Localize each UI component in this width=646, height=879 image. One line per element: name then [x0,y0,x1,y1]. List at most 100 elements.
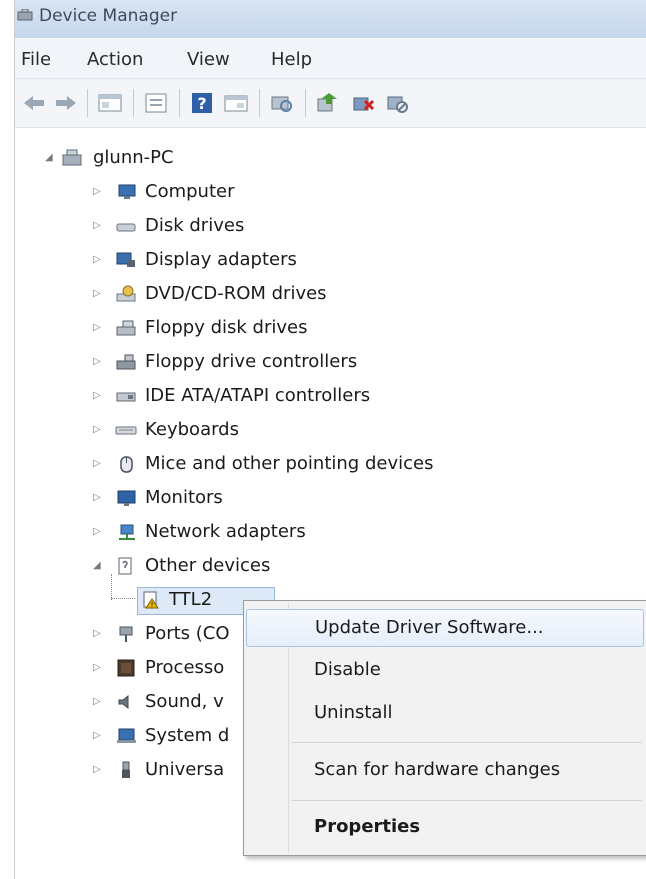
menu-item-label: Disable [314,659,381,680]
disable-icon[interactable] [385,91,411,115]
menu-action[interactable]: Action [87,49,143,70]
tree-item-label: Computer [145,181,235,202]
expand-arrow-icon[interactable]: ▷ [93,686,105,718]
menu-view[interactable]: View [187,49,230,70]
tree-item-label: Keyboards [145,419,239,440]
tree-item-network-adapters[interactable]: ▷ Network adapters [93,516,413,548]
computer-root-icon [62,149,82,166]
tree-item-label: System d [145,725,230,746]
menu-separator [292,800,642,801]
tree-item-display-adapters[interactable]: ▷ Display adapters [93,244,393,276]
expand-arrow-icon[interactable]: ▷ [93,448,105,480]
tree-item-label: Ports (CO [145,623,230,644]
expand-arrow-icon[interactable]: ▷ [93,618,105,650]
tree-item-system-devices[interactable]: ▷ System d [93,720,253,752]
tree-item-ide-ata-atapi-controllers[interactable]: ▷ IDE ATA/ATAPI controllers [93,380,463,412]
keyboard-icon [115,426,137,435]
expand-arrow-icon[interactable]: ▷ [93,482,105,514]
tree-item-mice[interactable]: ▷ Mice and other pointing devices [93,448,523,480]
tree-item-label: DVD/CD-ROM drives [145,283,327,304]
collapse-arrow-icon[interactable]: ◢ [45,142,57,174]
expand-arrow-icon[interactable]: ▷ [93,652,105,684]
system-device-icon [117,728,136,743]
tree-item-usb-controllers[interactable]: ▷ Universa [93,754,253,786]
toolbar-separator [133,89,134,117]
toolbar-separator [259,89,260,117]
tree-item-computer[interactable]: ▷ Computer [93,176,393,208]
tree-item-label: Universa [145,759,225,780]
tree-connector [111,574,112,600]
processor-icon [117,659,135,677]
uninstall-icon[interactable] [351,91,377,115]
menu-update-driver-software[interactable]: Update Driver Software... [246,609,644,647]
menu-properties[interactable]: Properties [246,808,644,846]
expand-arrow-icon[interactable]: ▷ [93,244,105,276]
expand-arrow-icon[interactable]: ▷ [93,176,105,208]
show-hide-tree-icon[interactable] [97,91,123,115]
tree-item-keyboards[interactable]: ▷ Keyboards [93,414,393,446]
dvd-drive-icon [116,285,136,302]
toolbar-separator [305,89,306,117]
window-title: Device Manager [39,6,178,26]
device-manager-icon [17,9,33,21]
other-devices-icon [118,557,132,575]
properties-icon[interactable] [143,91,169,115]
context-menu: Update Driver Software... Disable Uninst… [243,600,646,856]
tree-item-label: TTL2 [169,589,213,610]
back-icon[interactable] [21,91,47,115]
show-hidden-icon[interactable] [223,91,249,115]
expand-arrow-icon[interactable]: ▷ [93,312,105,344]
tree-item-ports[interactable]: ▷ Ports (CO [93,618,253,650]
tree-item-label: Other devices [145,555,271,576]
collapse-arrow-icon[interactable]: ◢ [93,550,105,582]
title-bar: Device Manager [15,0,646,38]
tree-item-disk-drives[interactable]: ▷ Disk drives [93,210,393,242]
menu-item-label: Update Driver Software... [315,617,544,638]
tree-item-other-devices[interactable]: ◢ Other devices [93,550,413,582]
expand-arrow-icon[interactable]: ▷ [93,754,105,786]
tree-item-label: IDE ATA/ATAPI controllers [145,385,371,406]
tree-item-label: Monitors [145,487,223,508]
expand-arrow-icon[interactable]: ▷ [93,720,105,752]
tree-root[interactable]: ◢ glunn-PC [45,142,345,174]
tree-root-label: glunn-PC [93,147,174,168]
tree-item-floppy-drive-controllers[interactable]: ▷ Floppy drive controllers [93,346,433,378]
menu-scan-for-hardware-changes[interactable]: Scan for hardware changes [246,751,644,789]
expand-arrow-icon[interactable]: ▷ [93,346,105,378]
forward-icon[interactable] [53,91,79,115]
tree-item-label: Network adapters [145,521,306,542]
tree-item-label: Display adapters [145,249,297,270]
tree-item-label: Sound, v [145,691,224,712]
disk-drive-icon [116,223,136,232]
expand-arrow-icon[interactable]: ▷ [93,210,105,242]
floppy-controller-icon [116,354,136,370]
ide-controller-icon [116,392,136,402]
device-manager-window: Device Manager File Action View Help ? ◢… [14,0,646,879]
menu-item-label: Scan for hardware changes [314,759,561,780]
expand-arrow-icon[interactable]: ▷ [93,278,105,310]
help-icon[interactable]: ? [189,91,215,115]
speaker-icon [118,694,129,710]
update-driver-icon[interactable] [315,91,341,115]
usb-icon [122,761,130,778]
menu-file[interactable]: File [21,49,51,70]
expand-arrow-icon[interactable]: ▷ [93,516,105,548]
warning-device-icon: ! [143,591,159,609]
tree-item-monitors[interactable]: ▷ Monitors [93,482,393,514]
menu-disable[interactable]: Disable [246,651,644,689]
toolbar-separator [87,89,88,117]
svg-text:?: ? [197,94,206,113]
scan-hardware-icon[interactable] [269,91,295,115]
expand-arrow-icon[interactable]: ▷ [93,414,105,446]
tree-item-sound[interactable]: ▷ Sound, v [93,686,253,718]
menu-uninstall[interactable]: Uninstall [246,694,644,732]
menu-help[interactable]: Help [271,49,312,70]
computer-icon [118,184,136,199]
tree-item-processors[interactable]: ▷ Processo [93,652,253,684]
tree-item-label: Processo [145,657,225,678]
toolbar-separator [179,89,180,117]
tree-item-floppy-disk-drives[interactable]: ▷ Floppy disk drives [93,312,413,344]
network-adapter-icon [119,524,135,540]
expand-arrow-icon[interactable]: ▷ [93,380,105,412]
tree-item-dvd-cd-rom-drives[interactable]: ▷ DVD/CD-ROM drives [93,278,413,310]
